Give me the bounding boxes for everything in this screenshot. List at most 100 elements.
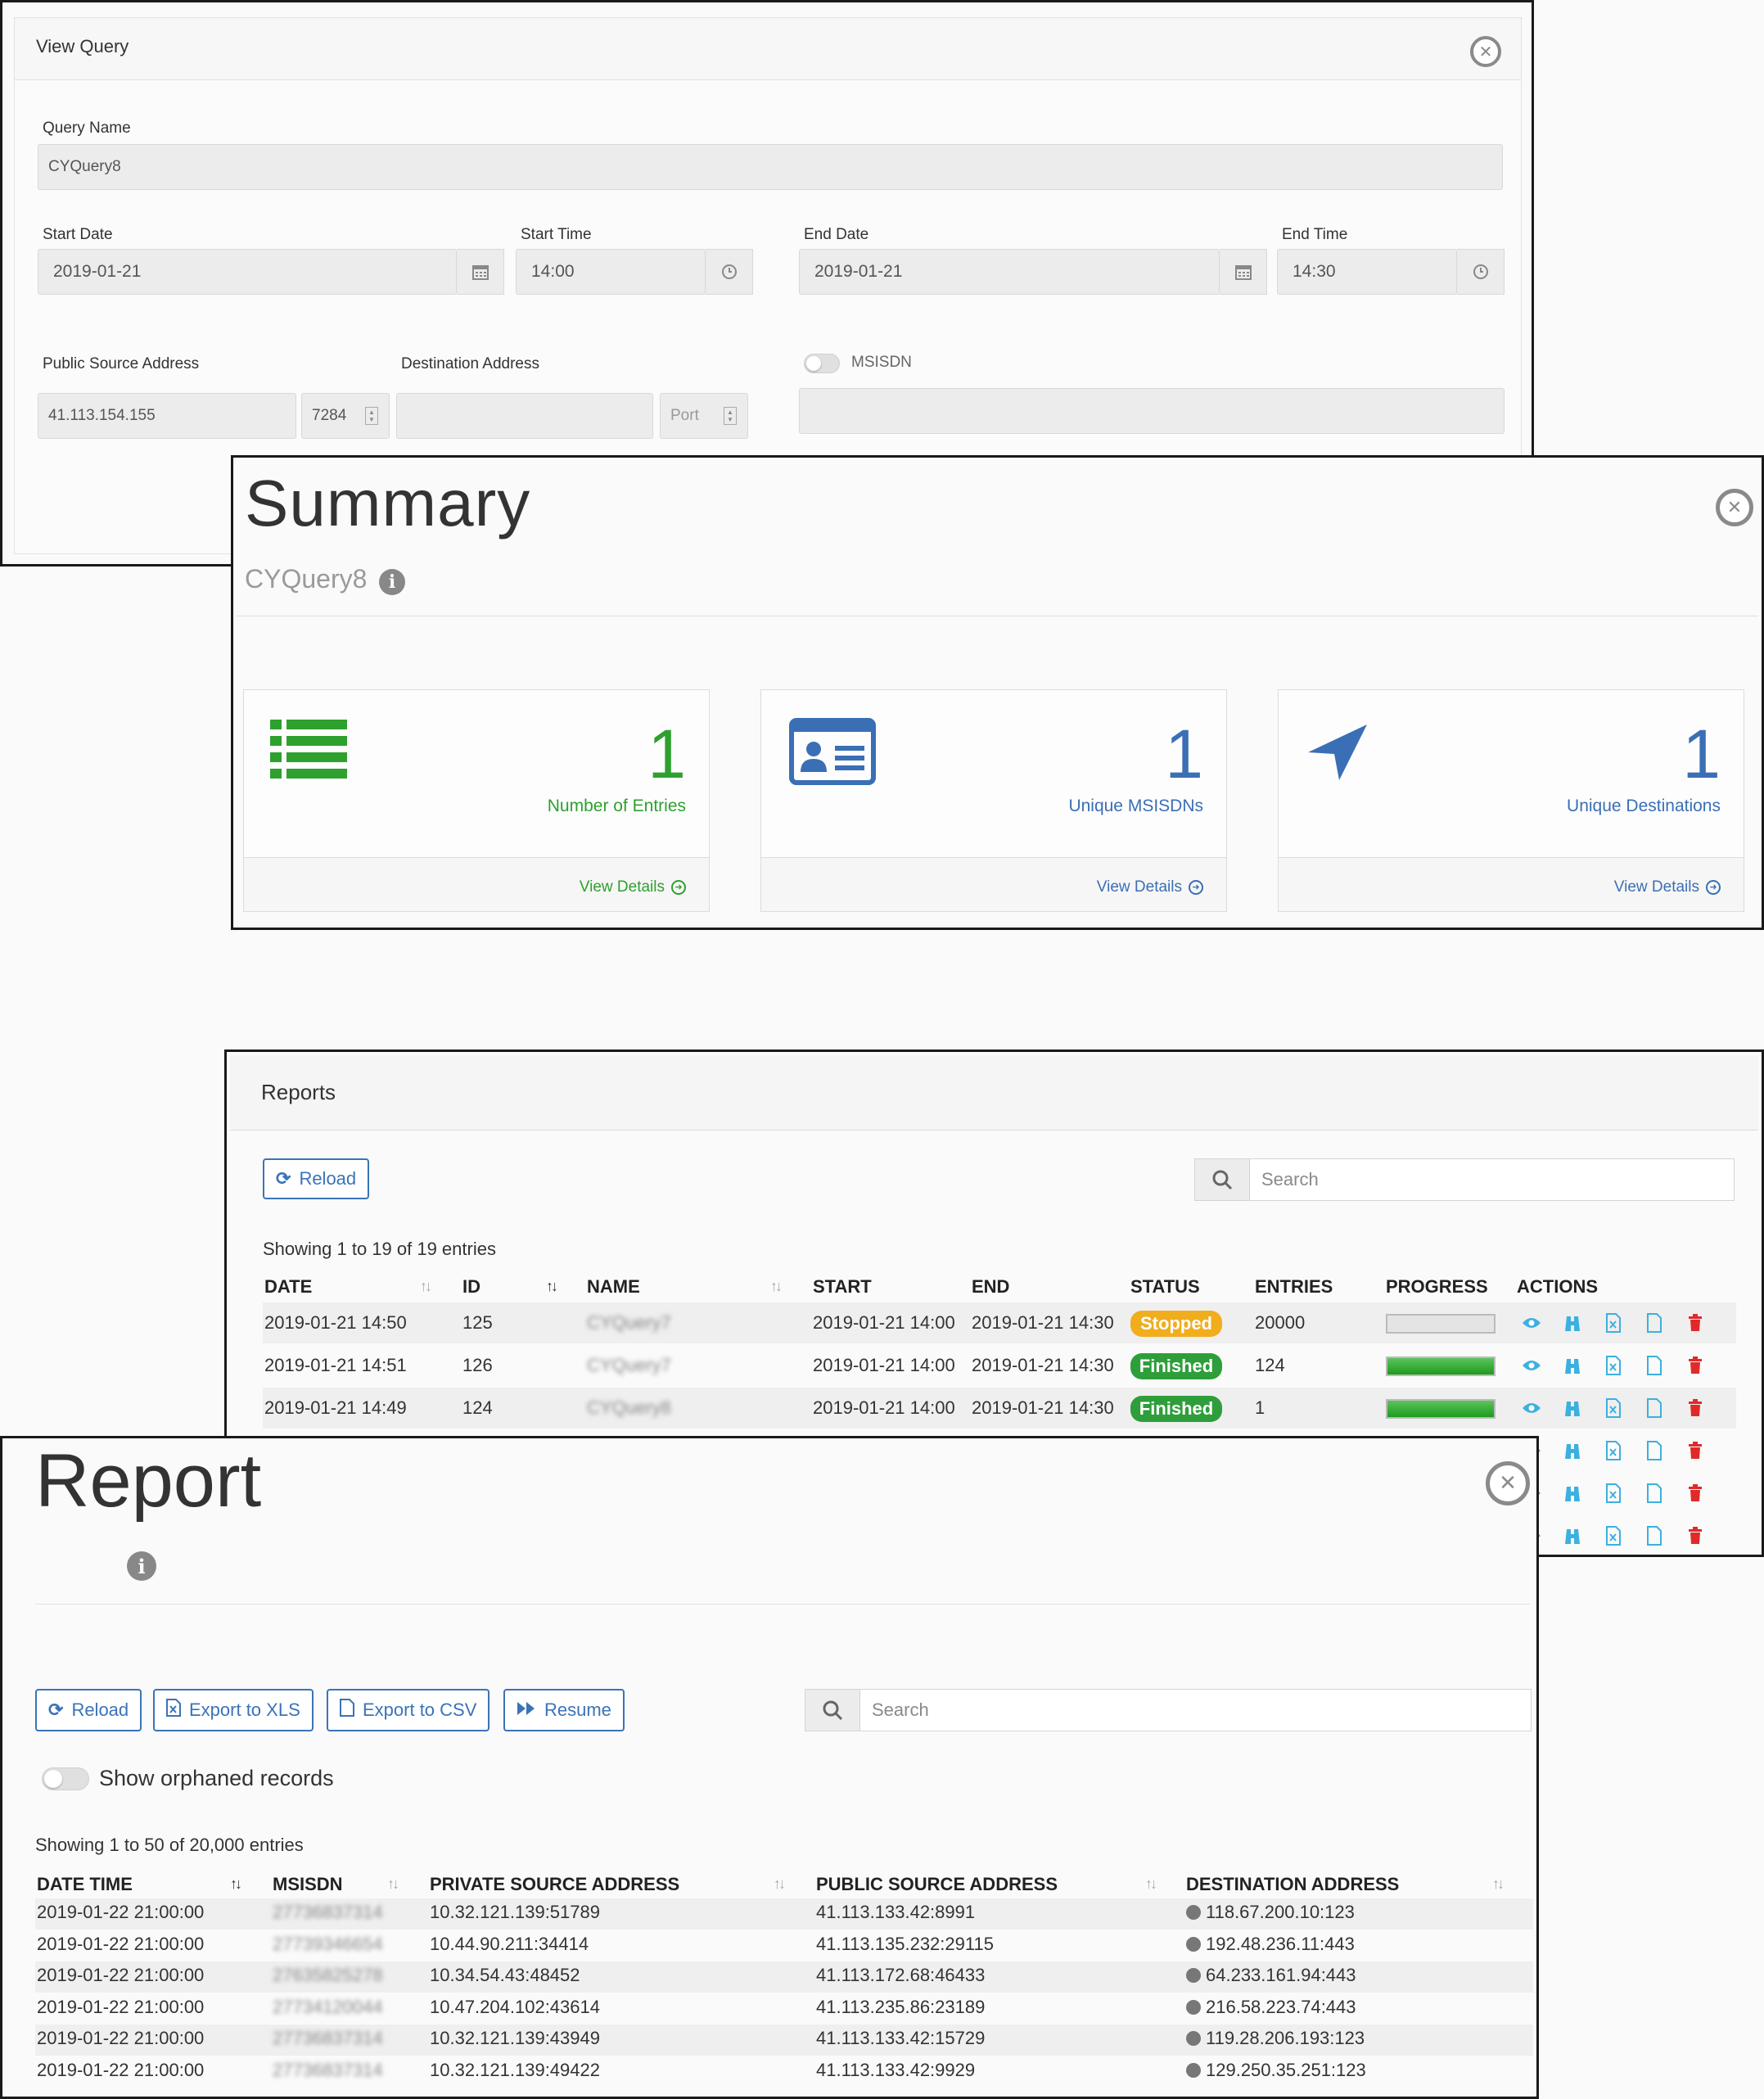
- binoculars-icon[interactable]: [1561, 1311, 1584, 1335]
- query-name-field[interactable]: CYQuery8: [38, 144, 1503, 190]
- cell-public-source-text: 41.113.135.232:29115: [816, 1933, 994, 1954]
- msisdn-toggle[interactable]: [804, 354, 840, 373]
- view-query-title: View Query: [36, 36, 129, 56]
- calendar-icon[interactable]: [1220, 249, 1267, 295]
- info-icon[interactable]: i: [379, 569, 405, 595]
- file-icon[interactable]: [1643, 1523, 1666, 1548]
- binoculars-icon[interactable]: [1561, 1438, 1584, 1463]
- close-icon[interactable]: ✕: [1716, 489, 1753, 526]
- col-public-source[interactable]: PUBLIC SOURCE ADDRESS: [816, 1874, 1058, 1895]
- cell-date-time-text: 2019-01-22 21:00:00: [37, 1933, 205, 1954]
- cell-destination-text: 129.250.35.251:123: [1206, 2060, 1366, 2080]
- cell-date-time: 2019-01-22 21:00:00: [37, 1902, 204, 1923]
- file-excel-icon[interactable]: [1602, 1396, 1625, 1420]
- show-orphaned-toggle[interactable]: [42, 1767, 89, 1790]
- start-time-field[interactable]: 14:00: [516, 249, 706, 295]
- port-spinner[interactable]: ▲ ▼: [724, 407, 737, 425]
- cell-start: 2019-01-21 14:00: [813, 1355, 955, 1375]
- refresh-icon: ⟳: [48, 1700, 64, 1720]
- trash-icon[interactable]: [1684, 1481, 1707, 1505]
- binoculars-icon[interactable]: [1561, 1481, 1584, 1505]
- binoculars-icon[interactable]: [1561, 1396, 1584, 1420]
- file-excel-icon[interactable]: [1602, 1353, 1625, 1378]
- close-icon[interactable]: ✕: [1470, 36, 1501, 67]
- eye-icon[interactable]: [1520, 1353, 1543, 1378]
- trash-icon[interactable]: [1684, 1523, 1707, 1548]
- sort-icon[interactable]: ↑↓: [420, 1278, 432, 1295]
- end-date-field[interactable]: 2019-01-21: [799, 249, 1220, 295]
- cell-id: 126: [462, 1355, 493, 1375]
- col-destination[interactable]: DESTINATION ADDRESS: [1186, 1874, 1399, 1895]
- binoculars-icon[interactable]: [1561, 1523, 1584, 1548]
- cell-msisdn: 27736837314: [273, 2060, 383, 2081]
- col-status[interactable]: STATUS: [1130, 1276, 1200, 1298]
- clock-icon[interactable]: [1457, 249, 1505, 295]
- close-icon[interactable]: ✕: [1486, 1461, 1530, 1505]
- col-name[interactable]: NAME: [587, 1276, 640, 1298]
- end-time-field[interactable]: 14:30: [1277, 249, 1457, 295]
- clock-icon[interactable]: [706, 249, 753, 295]
- file-icon[interactable]: [1643, 1311, 1666, 1335]
- export-csv-button[interactable]: Export to CSV: [327, 1689, 490, 1731]
- sort-icon[interactable]: ↑↓: [230, 1876, 242, 1893]
- export-xls-button[interactable]: Export to XLS: [153, 1689, 314, 1731]
- cell-public-source: 41.113.172.68:46433: [816, 1965, 985, 1986]
- sort-icon[interactable]: ↑↓: [546, 1278, 558, 1295]
- start-date-label: Start Date: [43, 226, 113, 243]
- trash-icon[interactable]: [1684, 1311, 1707, 1335]
- progress-bar: [1386, 1399, 1496, 1419]
- view-details-link[interactable]: View Details ➜: [1097, 878, 1203, 896]
- view-details-link[interactable]: View Details ➜: [580, 878, 686, 896]
- info-icon[interactable]: i: [127, 1551, 156, 1581]
- sort-icon[interactable]: ↑↓: [770, 1278, 783, 1295]
- port-spinner[interactable]: ▲ ▼: [365, 407, 378, 425]
- col-start[interactable]: START: [813, 1276, 872, 1298]
- search-input[interactable]: Search: [1250, 1158, 1735, 1201]
- list-icon: [270, 720, 347, 784]
- col-msisdn[interactable]: MSISDN: [273, 1874, 343, 1895]
- binoculars-icon[interactable]: [1561, 1353, 1584, 1378]
- file-icon[interactable]: [1643, 1481, 1666, 1505]
- sort-icon[interactable]: ↑↓: [387, 1876, 399, 1893]
- col-progress[interactable]: PROGRESS: [1386, 1276, 1488, 1298]
- arrow-circle-right-icon: ➜: [1706, 880, 1721, 895]
- eye-icon[interactable]: [1520, 1396, 1543, 1420]
- trash-icon[interactable]: [1684, 1438, 1707, 1463]
- search-input[interactable]: Search: [860, 1689, 1532, 1731]
- file-excel-icon[interactable]: [1602, 1481, 1625, 1505]
- col-id[interactable]: ID: [462, 1276, 480, 1298]
- reload-button[interactable]: ⟳ Reload: [263, 1158, 370, 1199]
- resume-button[interactable]: Resume: [503, 1689, 625, 1731]
- view-query-header: View Query ✕: [15, 18, 1521, 80]
- entries-info: Showing 1 to 50 of 20,000 entries: [35, 1835, 304, 1855]
- public-source-field[interactable]: 41.113.154.155: [38, 393, 296, 439]
- file-excel-icon[interactable]: [1602, 1523, 1625, 1548]
- destination-field[interactable]: [396, 393, 653, 439]
- sort-icon[interactable]: ↑↓: [1145, 1876, 1157, 1893]
- start-date-field[interactable]: 2019-01-21: [38, 249, 457, 295]
- file-icon[interactable]: [1643, 1438, 1666, 1463]
- file-icon[interactable]: [1643, 1396, 1666, 1420]
- col-date-time[interactable]: DATE TIME: [37, 1874, 133, 1895]
- trash-icon[interactable]: [1684, 1353, 1707, 1378]
- msisdn-field[interactable]: [799, 388, 1505, 434]
- sort-icon[interactable]: ↑↓: [774, 1876, 786, 1893]
- col-private-source[interactable]: PRIVATE SOURCE ADDRESS: [430, 1874, 679, 1895]
- file-excel-icon[interactable]: [1602, 1438, 1625, 1463]
- col-entries[interactable]: ENTRIES: [1255, 1276, 1333, 1298]
- view-details-link[interactable]: View Details ➜: [1614, 878, 1721, 896]
- file-icon[interactable]: [1643, 1353, 1666, 1378]
- cell-date-time-text: 2019-01-22 21:00:00: [37, 1902, 205, 1922]
- cell-private-source: 10.44.90.211:34414: [430, 1934, 589, 1955]
- reload-button[interactable]: ⟳ Reload: [35, 1689, 142, 1731]
- eye-icon[interactable]: [1520, 1311, 1543, 1335]
- cell-public-source-text: 41.113.235.86:23189: [816, 1996, 986, 2017]
- search-box: Search: [805, 1689, 1532, 1731]
- card-footer: View Details ➜: [244, 857, 709, 911]
- col-end[interactable]: END: [972, 1276, 1009, 1298]
- col-date[interactable]: DATE: [264, 1276, 312, 1298]
- trash-icon[interactable]: [1684, 1396, 1707, 1420]
- calendar-icon[interactable]: [457, 249, 504, 295]
- sort-icon[interactable]: ↑↓: [1492, 1876, 1505, 1893]
- file-excel-icon[interactable]: [1602, 1311, 1625, 1335]
